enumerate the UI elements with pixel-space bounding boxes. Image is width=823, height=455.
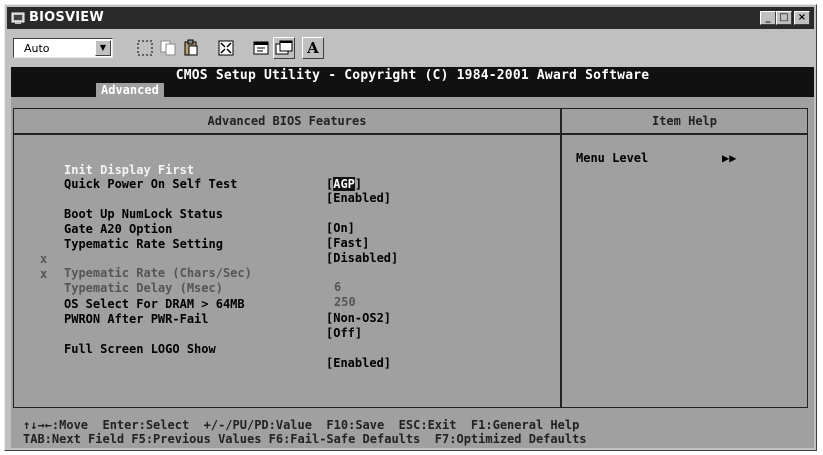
chevron-down-icon[interactable]: ▼ [95,40,111,56]
footer-line-1: ↑↓→←:Move Enter:Select +/-/PU/PD:Value F… [23,418,580,432]
setting-numlock[interactable]: Boot Up NumLock Status [On] [14,193,355,235]
setting-value[interactable]: [AGP] [326,177,362,191]
setting-value[interactable]: [Fast] [326,236,369,250]
setting-value[interactable]: [Enabled] [326,356,391,370]
setting-typematic-rate: x Typematic Rate (Chars/Sec) 6 [14,238,341,294]
fullscreen-icon [218,40,234,56]
paste-button[interactable] [180,37,202,59]
setting-label: Typematic Delay (Msec) [64,281,223,295]
setting-typematic-rate-setting[interactable]: Typematic Rate Setting [Disabled] [14,223,398,265]
setting-value: 6 [334,280,342,294]
value-bracket: ] [354,177,363,191]
setting-gate-a20[interactable]: Gate A20 Option [Fast] [14,208,369,250]
bios-screen[interactable]: CMOS Setup Utility - Copyright (C) 1984-… [11,67,814,448]
setting-init-display-first[interactable]: Init Display First [AGP] [14,149,362,191]
menu-level-label: Menu Level [576,151,649,165]
setting-value[interactable]: [Enabled] [326,191,391,205]
setting-os-select-dram[interactable]: OS Select For DRAM > 64MB [Non-OS2] [14,283,391,325]
setting-value[interactable]: [On] [326,221,355,235]
properties-button[interactable] [250,37,272,59]
maximize-button[interactable]: □ [776,11,792,25]
title-bar[interactable]: BIOSVIEW _ □ × [7,7,814,29]
menu-level: Menu Level ▶▶ [576,151,736,165]
minimize-icon: _ [765,12,771,23]
panel-title: Advanced BIOS Features [14,109,560,135]
minimize-button[interactable]: _ [760,11,776,25]
close-icon: × [797,12,807,23]
setting-label: PWRON After PWR-Fail [64,312,209,326]
toolbar: Auto ▼ A [7,32,814,64]
help-title: Item Help [562,109,807,135]
selected-value[interactable]: AGP [333,177,355,191]
select-region-button[interactable] [134,37,156,59]
biosview-window: BIOSVIEW _ □ × Auto ▼ A CMOS Setup Utili… [4,4,817,451]
font-size-combo[interactable]: Auto ▼ [13,38,113,58]
setting-label: OS Select For DRAM > 64MB [64,297,245,311]
copy-icon [160,40,176,56]
setting-label: Typematic Rate (Chars/Sec) [64,266,252,280]
maximize-icon: □ [779,12,789,23]
header-title: CMOS Setup Utility - Copyright (C) 1984-… [175,68,650,83]
setting-label: Full Screen LOGO Show [64,342,216,356]
tab-advanced[interactable]: Advanced [96,83,164,97]
font-icon: A [307,39,319,57]
double-arrow-icon: ▶▶ [722,151,737,165]
disabled-mark: x [40,267,48,281]
setting-pwron-after-fail[interactable]: PWRON After PWR-Fail [Off] [14,298,362,340]
font-button[interactable]: A [302,37,324,59]
fullscreen-button[interactable] [215,37,237,59]
header-bar: CMOS Setup Utility - Copyright (C) 1984-… [11,67,814,97]
setting-value: 250 [334,295,356,309]
properties-icon [253,41,269,55]
setting-value[interactable]: [Disabled] [326,251,398,265]
window-title: BIOSVIEW [29,10,104,25]
setting-value[interactable]: [Non-OS2] [326,311,391,325]
setting-typematic-delay: x Typematic Delay (Msec) 250 [14,253,356,309]
background-button[interactable] [273,37,295,59]
setting-quick-post[interactable]: Quick Power On Self Test [Enabled] [14,163,391,205]
setting-label: Typematic Rate Setting [64,237,223,251]
app-icon [11,12,25,24]
font-size-value: Auto [24,42,50,55]
window-background-icon [275,40,293,55]
copy-button[interactable] [157,37,179,59]
footer-line-2: TAB:Next Field F5:Previous Values F6:Fai… [23,432,587,446]
close-button[interactable]: × [794,11,810,25]
help-panel: Item Help Menu Level ▶▶ [562,109,807,407]
setting-label: Boot Up NumLock Status [64,207,223,221]
setting-value[interactable]: [Off] [326,326,362,340]
settings-panel: Advanced BIOS Features Init Display Firs… [14,109,562,407]
key-help-footer: ↑↓→←:Move Enter:Select +/-/PU/PD:Value F… [11,417,814,448]
main-panel: Advanced BIOS Features Init Display Firs… [13,108,808,408]
marquee-select-icon [137,40,153,56]
paste-icon [184,39,198,56]
setting-fullscreen-logo[interactable]: Full Screen LOGO Show [Enabled] [14,328,391,370]
setting-label: Quick Power On Self Test [64,177,238,191]
